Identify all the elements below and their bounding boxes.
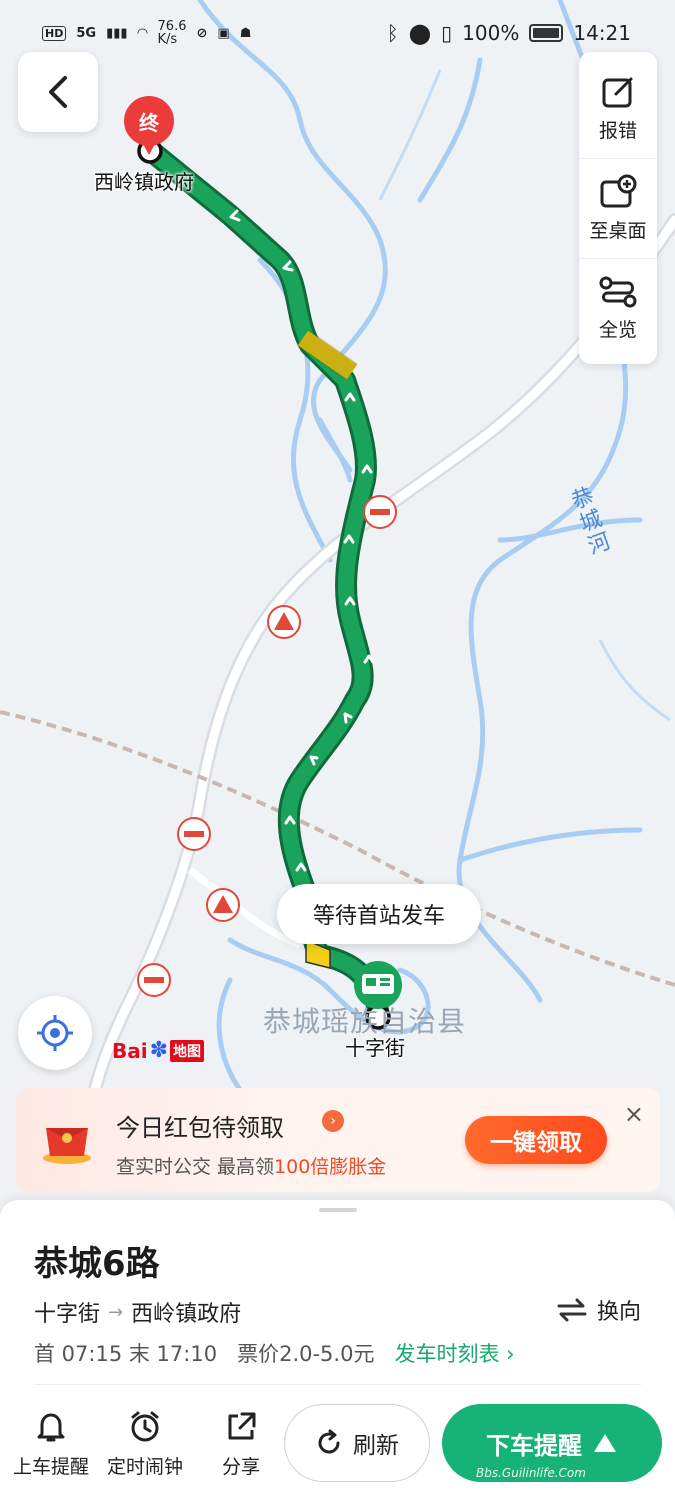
share-icon: [228, 1412, 256, 1440]
status-right: ᛒ ⬤ ▯ 100% 14:21: [387, 21, 631, 45]
swap-icon: [557, 1298, 587, 1322]
add-to-desktop-label: 至桌面: [589, 220, 647, 242]
bell-icon: [37, 1413, 65, 1442]
promo-arrow-icon[interactable]: ›: [322, 1110, 344, 1132]
reverse-label: 换向: [596, 1300, 641, 1325]
drag-handle[interactable]: [319, 1208, 357, 1212]
refresh-icon: [318, 1429, 340, 1454]
direction-arrow-icon: →: [108, 1301, 124, 1323]
battery-icon: [529, 24, 564, 42]
route-times: 首 07:15 末 17:10 票价2.0-5.0元 发车时刻表 ›: [34, 1338, 515, 1368]
promo-close-button[interactable]: ×: [624, 1100, 644, 1128]
promo-sub-highlight: 100倍膨胀金: [274, 1156, 387, 1178]
alarm-clock-icon: [131, 1411, 159, 1442]
watermark: Bbs.Guilinlife.Com: [476, 1466, 586, 1480]
route-direction: 十字街 → 西岭镇政府: [34, 1296, 241, 1328]
baidu-logo-text: Bai: [112, 1038, 148, 1063]
overview-button[interactable]: 全览: [579, 258, 657, 358]
promo-sub-prefix: 查实时公交 最高领: [116, 1156, 275, 1178]
app-notification-icon: ▣: [217, 25, 230, 41]
alight-remind-label: 下车提醒: [486, 1431, 582, 1460]
alarm-button[interactable]: 定时闹钟: [107, 1410, 183, 1479]
divider: [34, 1384, 641, 1385]
route-card: 恭城6路 十字街 → 西岭镇政府 换向 首 07:15 末 17:10 票价2.…: [0, 1200, 675, 1500]
start-stop-label[interactable]: 十字街: [345, 1032, 405, 1061]
board-remind-button[interactable]: 上车提醒: [13, 1410, 89, 1479]
wifi-icon: ◠: [137, 25, 148, 41]
net-speed-unit: K/s: [157, 32, 178, 47]
chevron-right-icon: ›: [506, 1342, 515, 1366]
refresh-label: 刷新: [353, 1433, 399, 1459]
claim-button[interactable]: 一键领取: [465, 1116, 607, 1164]
baidu-map-logo: Bai ✽ 地图: [112, 1038, 205, 1063]
hd-badge: HD: [42, 25, 67, 41]
baidu-logo-map: 地图: [170, 1039, 205, 1062]
network-type: 5G: [76, 25, 97, 41]
route-to: 西岭镇政府: [131, 1302, 242, 1327]
map-toolbar: 报错 至桌面 全览: [579, 52, 657, 364]
red-packet-banner[interactable]: 今日红包待领取 › 查实时公交 最高领100倍膨胀金 一键领取 ×: [16, 1088, 660, 1192]
red-packet-icon: [43, 1128, 91, 1164]
route-name: 恭城6路: [34, 1244, 160, 1284]
share-button[interactable]: 分享: [222, 1410, 260, 1479]
caret-up-icon: [594, 1434, 616, 1452]
first-last-times: 首 07:15 末 17:10: [34, 1342, 218, 1366]
add-to-desktop-button[interactable]: 至桌面: [579, 158, 657, 258]
schedule-label: 发车时刻表: [394, 1342, 500, 1366]
bus-status-bubble: 等待首站发车: [277, 884, 481, 944]
report-error-label: 报错: [598, 119, 637, 142]
route-from: 十字街: [34, 1302, 101, 1327]
baidu-paw-icon: ✽: [149, 1038, 169, 1063]
route-overview-icon: [599, 276, 637, 308]
promo-subtitle: 查实时公交 最高领100倍膨胀金: [116, 1152, 386, 1179]
vibrate-icon: ▯: [441, 21, 453, 45]
back-button[interactable]: [18, 52, 98, 132]
overview-label: 全览: [598, 319, 637, 341]
bluetooth-icon: ᛒ: [386, 21, 399, 45]
locate-icon: [37, 1015, 73, 1051]
fare: 票价2.0-5.0元: [237, 1342, 375, 1366]
status-left: HD 5G ▮▮▮ ◠ 76.6 K/s ⊘ ▣ ☗: [42, 20, 251, 46]
alarm-label: 定时闹钟: [107, 1456, 184, 1478]
end-stop-label[interactable]: 西岭镇政府: [94, 166, 194, 195]
back-arrow-icon: [49, 76, 67, 108]
clock: 14:21: [573, 21, 631, 45]
add-desktop-icon: [600, 174, 637, 208]
location-icon: ⬤: [408, 21, 432, 45]
share-label: 分享: [222, 1456, 261, 1478]
end-marker[interactable]: 终: [124, 96, 174, 155]
refresh-button[interactable]: 刷新: [284, 1404, 430, 1482]
qq-icon: ☗: [239, 25, 252, 41]
promo-title: 今日红包待领取: [116, 1114, 284, 1142]
board-remind-label: 上车提醒: [13, 1456, 90, 1478]
status-bar: HD 5G ▮▮▮ ◠ 76.6 K/s ⊘ ▣ ☗ ᛒ ⬤ ▯ 100% 14…: [0, 0, 675, 66]
signal-icon: ▮▮▮: [106, 25, 128, 41]
nfc-icon: ⊘: [196, 25, 208, 41]
net-speed: 76.6 K/s: [158, 20, 187, 46]
battery-percent: 100%: [462, 21, 520, 45]
schedule-link[interactable]: 发车时刻表 ›: [394, 1338, 514, 1368]
edit-icon: [602, 77, 633, 107]
report-error-button[interactable]: 报错: [579, 58, 657, 158]
locate-button[interactable]: [18, 996, 92, 1070]
reverse-direction-button[interactable]: 换向: [557, 1294, 641, 1326]
